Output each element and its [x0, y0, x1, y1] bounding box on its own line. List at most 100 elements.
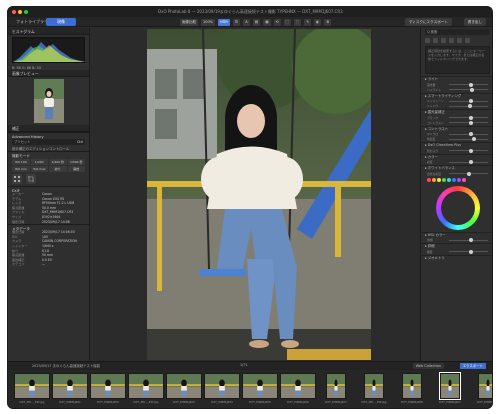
slider-knob[interactable] — [468, 249, 473, 254]
slider-track[interactable] — [449, 115, 488, 120]
slider-track[interactable] — [449, 238, 488, 242]
camera-setting-button[interactable]: 1/200 — [30, 159, 48, 165]
adjustment-slider[interactable]: コントラスト — [427, 120, 488, 125]
color-swatch[interactable] — [442, 177, 446, 182]
camera-setting-button[interactable]: 1/500 秒 — [67, 159, 85, 165]
color-swatch[interactable] — [447, 177, 451, 182]
slider-track[interactable] — [449, 120, 488, 125]
filmstrip-thumbnail[interactable] — [166, 373, 202, 399]
corrections-header[interactable]: 補正 — [8, 125, 89, 132]
filmstrip-item[interactable]: DXT_M9M1J606 — [280, 373, 316, 407]
filmstrip-thumbnail[interactable] — [478, 373, 492, 399]
adjustment-slider[interactable]: 彩度 — [427, 160, 488, 164]
settings-tool-icon[interactable] — [465, 38, 470, 43]
color-wheel[interactable] — [435, 185, 480, 230]
filmstrip-item[interactable]: DXT_M9M1J603 — [166, 373, 202, 407]
filmstrip-item[interactable]: DXT_M9…_EW.jpg — [356, 373, 392, 407]
slider-knob[interactable] — [468, 238, 473, 242]
advanced-history-label[interactable]: Advanced History — [8, 132, 89, 139]
repair-tool-icon[interactable] — [441, 38, 446, 43]
main-photo[interactable] — [147, 29, 371, 360]
slider-track[interactable] — [449, 249, 488, 254]
filmstrip-item[interactable]: DXT_M9M1J605 — [242, 373, 278, 407]
color-swatch[interactable] — [457, 177, 461, 182]
correction-section-header[interactable]: ▸ HSL カラー — [421, 231, 492, 238]
filmstrip-thumbnail[interactable] — [128, 373, 164, 399]
filmstrip-thumbnail[interactable] — [280, 373, 316, 399]
histogram-header[interactable]: ヒストグラム — [8, 28, 89, 35]
correction-section-header[interactable]: ▸ ライト — [421, 76, 492, 82]
slider-track[interactable] — [449, 99, 488, 103]
close-window-button[interactable] — [12, 10, 16, 14]
adjustment-slider[interactable]: ハイライト — [427, 87, 488, 92]
toolbar-button[interactable]: ⬚ — [283, 18, 291, 26]
toolbar-button[interactable]: A — [242, 18, 250, 26]
adjustment-slider[interactable]: ミッドトーン — [427, 99, 488, 103]
slider-track[interactable] — [449, 87, 488, 92]
image-viewer[interactable] — [90, 28, 420, 361]
minimize-window-button[interactable] — [18, 10, 22, 14]
slider-track[interactable] — [449, 82, 488, 87]
filmstrip-thumbnail[interactable] — [402, 373, 422, 399]
filmstrip-thumbnail[interactable] — [90, 373, 126, 399]
filmstrip-item[interactable]: DXT_M9M1J608 — [394, 373, 430, 407]
toolbar-button[interactable]: ⬚ — [293, 18, 302, 26]
slider-knob[interactable] — [470, 87, 475, 92]
toolbar-button[interactable]: ◐ — [314, 18, 322, 26]
horizon-tool-icon[interactable] — [433, 38, 438, 43]
slider-track[interactable] — [449, 137, 488, 141]
slider-knob[interactable] — [466, 171, 471, 176]
export-filter-button[interactable]: エクスポート — [459, 363, 486, 369]
camera-setting-button[interactable]: ISO max — [30, 166, 48, 172]
filmstrip-thumbnail[interactable] — [364, 373, 384, 399]
correction-section-header[interactable]: ▸ ホワイトバランス — [421, 165, 492, 171]
export-button[interactable]: 書き出し — [463, 18, 486, 26]
toolbar-button[interactable]: ⚙ — [324, 18, 332, 26]
filmstrip-thumbnail[interactable] — [52, 373, 88, 399]
filmstrip-item[interactable]: DXT_M9M1J602 — [90, 373, 126, 407]
slider-knob[interactable] — [468, 82, 473, 87]
eyedropper-tool-icon[interactable] — [457, 38, 462, 43]
color-swatch[interactable] — [462, 177, 466, 182]
navigator-header[interactable]: 画像プレビュー — [8, 70, 89, 77]
folder-path[interactable]: 2023/09/17 まゆぐらん高速接続テスト撮影 — [32, 363, 100, 368]
filmstrip-item[interactable]: DXT_M9M1J601 — [52, 373, 88, 407]
navigator-thumbnail[interactable] — [34, 79, 64, 123]
slider-track[interactable] — [449, 160, 488, 164]
camera-section-title[interactable]: 撮影モード — [8, 151, 89, 158]
camera-setting-button[interactable]: 絞り — [49, 166, 67, 172]
toolbar-button[interactable]: ▤ — [252, 18, 261, 26]
toolbar-button[interactable]: ▦ — [263, 18, 271, 26]
filmstrip-thumbnail[interactable] — [326, 373, 346, 399]
toolbar-button[interactable]: 100% — [201, 18, 216, 26]
adjustment-slider[interactable]: マイクロ — [427, 132, 488, 136]
slider-knob[interactable] — [468, 132, 473, 136]
tab-develop[interactable]: 現像 — [46, 18, 76, 26]
filmstrip-thumbnail[interactable] — [14, 373, 50, 399]
color-swatch[interactable] — [432, 177, 436, 182]
mask-tool-icon[interactable] — [449, 38, 454, 43]
toolbar-button[interactable]: HDR — [218, 18, 230, 26]
toolbar-button[interactable]: ☰ — [232, 18, 240, 26]
filmstrip-thumbnail[interactable] — [242, 373, 278, 399]
correction-section-header[interactable]: ▸ DxO ClearView Plus — [421, 142, 492, 148]
slider-track[interactable] — [449, 148, 488, 153]
slider-knob[interactable] — [469, 120, 474, 125]
color-swatch[interactable] — [452, 177, 456, 182]
slider-track[interactable] — [449, 171, 488, 176]
adjustment-slider[interactable]: 色相 — [427, 238, 488, 242]
adjustment-slider[interactable]: 自然な彩度 — [427, 171, 488, 176]
color-swatch[interactable] — [437, 177, 441, 182]
filmstrip-item[interactable]: DXT_M9M1J607 — [432, 372, 468, 407]
crop-tool-icon[interactable] — [425, 38, 430, 43]
search-input[interactable]: Q 検索 — [425, 29, 490, 35]
correction-section-header[interactable]: ▸ コントラスト — [421, 125, 492, 132]
camera-setting-button[interactable]: ISO min — [12, 166, 30, 172]
slider-knob[interactable] — [468, 160, 473, 164]
camera-setting-button[interactable]: 1/400 秒 — [49, 159, 67, 165]
toolbar-button[interactable]: ✎ — [304, 18, 312, 26]
filmstrip-item[interactable]: DXT_M9…_EW.jpg — [128, 373, 164, 407]
adjustment-slider[interactable]: ブラック — [427, 115, 488, 120]
filmstrip-item[interactable]: DXT_M9M1J604 — [204, 373, 240, 407]
adjustment-slider[interactable]: 色かぶり — [427, 148, 488, 153]
